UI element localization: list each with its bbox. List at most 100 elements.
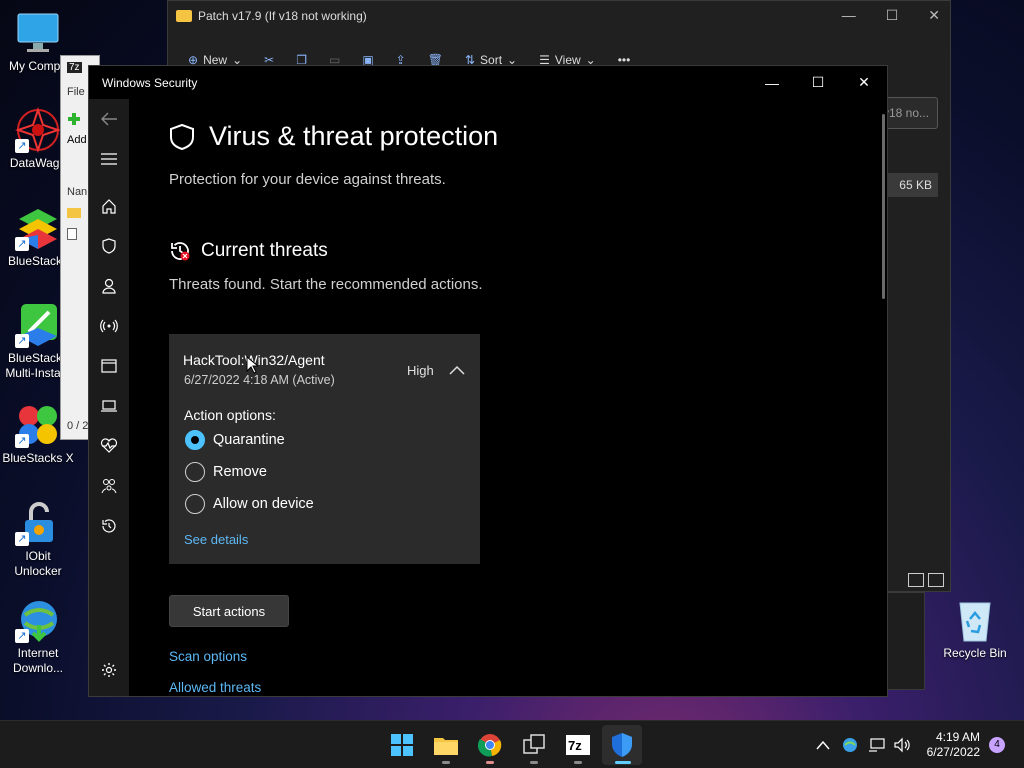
radio-allow-on-device[interactable]: Allow on device bbox=[185, 494, 314, 514]
desktop-icon-label: My Compu bbox=[8, 59, 67, 73]
monitor-icon bbox=[15, 10, 61, 56]
windows-security-window[interactable]: Windows Security — ☐ ✕ Virus & threat pr… bbox=[88, 65, 888, 697]
sevenzip-file-menu[interactable]: File bbox=[67, 86, 85, 98]
chevron-up-icon bbox=[816, 740, 830, 750]
add-plus-icon bbox=[67, 112, 81, 126]
explorer-title-bar: Patch v17.9 (If v18 not working) bbox=[176, 9, 367, 23]
desktop-icon-label: BlueStacks bbox=[7, 254, 69, 268]
datawagon-icon: ↗ bbox=[14, 106, 62, 154]
security-window-controls: — ☐ ✕ bbox=[749, 66, 887, 99]
taskbar-file-explorer[interactable] bbox=[426, 725, 466, 765]
device-security-laptop-icon[interactable] bbox=[89, 388, 129, 424]
globe-download-icon: ↗ bbox=[15, 597, 61, 643]
radio-unselected-icon[interactable] bbox=[185, 494, 205, 514]
network-icon[interactable] bbox=[868, 721, 886, 768]
details-view-icon[interactable] bbox=[908, 573, 924, 587]
unlocker-icon: ↗ bbox=[15, 500, 61, 546]
shortcut-arrow-icon: ↗ bbox=[15, 629, 29, 643]
threat-card: HackTool:Win32/Agent 6/27/2022 4:18 AM (… bbox=[169, 334, 480, 564]
threat-date: 6/27/2022 4:18 AM (Active) bbox=[184, 373, 335, 387]
explorer-title: Patch v17.9 (If v18 not working) bbox=[198, 9, 367, 23]
desktop-icon-label: Recycle Bin bbox=[943, 646, 1007, 660]
shortcut-arrow-icon: ↗ bbox=[15, 139, 29, 153]
action-options-label: Action options: bbox=[184, 407, 276, 423]
taskbar-task-view[interactable] bbox=[514, 725, 554, 765]
second-explorer-window[interactable] bbox=[885, 592, 925, 690]
firewall-network-icon[interactable] bbox=[89, 308, 129, 344]
desktop-icon-recycle-bin[interactable]: Recycle Bin bbox=[937, 597, 1013, 661]
severity-label: High bbox=[407, 363, 434, 378]
home-icon[interactable] bbox=[89, 188, 129, 224]
desktop-icon-iobit-unlocker[interactable]: ↗ IObit Unlocker bbox=[0, 500, 76, 579]
protection-history-icon[interactable] bbox=[89, 508, 129, 544]
maximize-button[interactable]: ☐ bbox=[795, 66, 841, 99]
close-button[interactable]: ✕ bbox=[841, 66, 887, 99]
radio-quarantine[interactable]: Quarantine bbox=[185, 430, 285, 450]
shortcut-arrow-icon: ↗ bbox=[15, 532, 29, 546]
view-toggle bbox=[908, 573, 944, 587]
desktop-icon-internet-download-manager[interactable]: ↗ Internet Downlo... bbox=[0, 597, 76, 676]
taskbar-chrome[interactable] bbox=[470, 725, 510, 765]
show-hidden-icons-button[interactable] bbox=[816, 721, 830, 768]
file-icon bbox=[67, 228, 77, 240]
desktop-icon-label: DataWago bbox=[9, 156, 67, 170]
notification-badge[interactable]: 4 bbox=[989, 737, 1005, 753]
network-display-icon bbox=[869, 738, 885, 752]
speaker-icon bbox=[894, 737, 910, 753]
sevenzip-icon: 7z bbox=[566, 735, 590, 755]
minimize-button[interactable]: — bbox=[749, 66, 795, 99]
family-options-icon[interactable] bbox=[89, 468, 129, 504]
hamburger-menu-icon[interactable] bbox=[89, 141, 129, 177]
start-button[interactable] bbox=[382, 725, 422, 765]
taskbar: 7z 4:19 AM 6/27/2022 4 bbox=[0, 720, 1024, 768]
windows-logo-icon bbox=[391, 734, 413, 756]
start-actions-button[interactable]: Start actions bbox=[169, 595, 289, 627]
scan-options-link[interactable]: Scan options bbox=[169, 649, 247, 664]
desktop-icon-label: Internet Downlo... bbox=[12, 646, 64, 675]
tray-app-icon[interactable] bbox=[842, 721, 858, 768]
shield-icon bbox=[170, 123, 194, 150]
maximize-icon[interactable]: ☐ bbox=[886, 7, 899, 24]
radio-remove[interactable]: Remove bbox=[185, 462, 267, 482]
bluestacks-multi-icon: ↗ bbox=[15, 302, 61, 348]
desktop-icon-label: IObit Unlocker bbox=[14, 549, 62, 578]
security-content: Virus & threat protection Protection for… bbox=[169, 99, 869, 696]
recycle-bin-icon bbox=[952, 597, 998, 643]
taskbar-windows-security[interactable] bbox=[602, 725, 642, 765]
minimize-icon[interactable]: — bbox=[842, 7, 856, 24]
close-icon[interactable]: ✕ bbox=[928, 7, 940, 24]
allowed-threats-link[interactable]: Allowed threats bbox=[169, 680, 261, 695]
volume-icon[interactable] bbox=[893, 721, 911, 768]
sevenzip-add-label[interactable]: Add bbox=[67, 134, 87, 146]
sevenzip-badge: 7z bbox=[67, 62, 82, 73]
bluestacks-x-icon: ↗ bbox=[15, 402, 61, 448]
threat-history-icon bbox=[171, 242, 190, 261]
radio-unselected-icon[interactable] bbox=[185, 462, 205, 482]
clock-date: 6/27/2022 bbox=[926, 745, 980, 759]
chrome-icon bbox=[478, 734, 502, 757]
windows-security-shield-icon bbox=[612, 733, 632, 757]
sevenzip-name-header[interactable]: Nan bbox=[67, 186, 87, 198]
shortcut-arrow-icon: ↗ bbox=[15, 334, 29, 348]
desktop-icon-label: BlueStacks X bbox=[2, 451, 74, 465]
see-details-link[interactable]: See details bbox=[184, 532, 248, 547]
page-subtitle: Protection for your device against threa… bbox=[169, 171, 446, 188]
device-health-heart-icon[interactable] bbox=[89, 428, 129, 464]
mouse-cursor-icon bbox=[246, 355, 260, 379]
app-browser-control-icon[interactable] bbox=[89, 348, 129, 384]
chevron-up-icon[interactable] bbox=[449, 362, 465, 380]
settings-gear-icon[interactable] bbox=[89, 652, 129, 688]
task-view-icon bbox=[523, 734, 545, 754]
back-arrow-icon[interactable] bbox=[89, 101, 129, 137]
clock[interactable]: 4:19 AM 6/27/2022 bbox=[927, 730, 980, 760]
tiles-view-icon[interactable] bbox=[928, 573, 944, 587]
radio-selected-icon[interactable] bbox=[185, 430, 205, 450]
shield-icon[interactable] bbox=[89, 228, 129, 264]
security-sidebar bbox=[89, 99, 129, 696]
account-person-icon[interactable] bbox=[89, 268, 129, 304]
taskbar-7zip[interactable]: 7z bbox=[558, 725, 598, 765]
page-title: Virus & threat protection bbox=[169, 121, 498, 152]
svg-text:7z: 7z bbox=[568, 738, 582, 753]
folder-icon bbox=[67, 208, 81, 218]
scrollbar[interactable] bbox=[882, 114, 885, 299]
